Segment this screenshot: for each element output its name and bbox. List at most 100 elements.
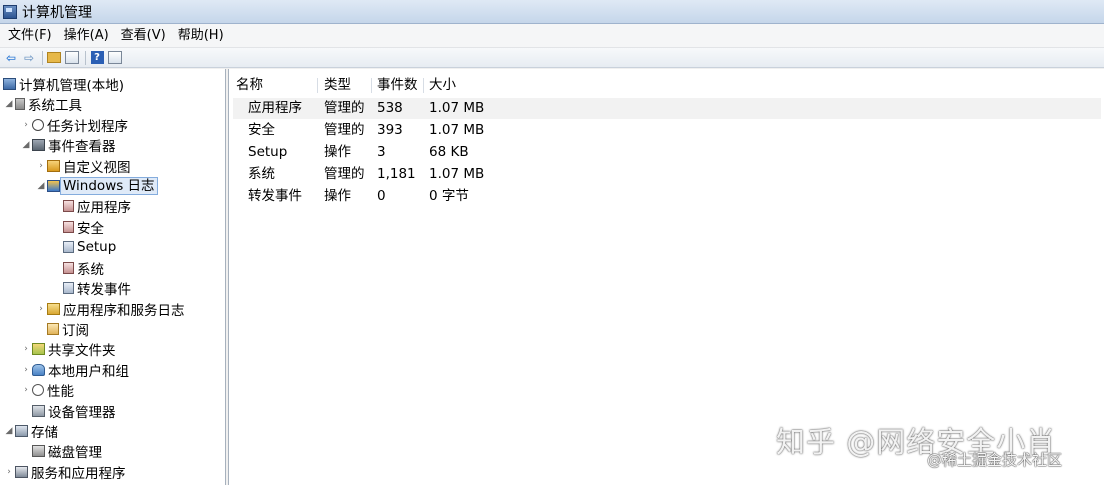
expanded-arrow-icon[interactable]: ◢ — [4, 426, 14, 436]
cell-name: 转发事件 — [248, 188, 302, 204]
tree-item-label: 计算机管理(本地) — [19, 77, 125, 94]
tree-item-app-service-logs[interactable]: › 应用程序和服务日志 — [36, 299, 185, 319]
tree-item-computer-management[interactable]: 计算机管理(本地) — [3, 74, 125, 94]
column-header-type[interactable]: 类型 — [324, 75, 351, 95]
tree-item-task-scheduler[interactable]: › 任务计划程序 — [21, 115, 128, 135]
juejin-watermark: @稀土掘金技术社区 — [927, 451, 1063, 469]
menu-view[interactable]: 查看(V) — [115, 24, 172, 48]
up-folder-icon — [47, 52, 61, 63]
column-divider[interactable] — [423, 78, 424, 93]
expanded-arrow-icon[interactable]: ◢ — [21, 140, 31, 150]
tree-item-label: 性能 — [47, 383, 74, 400]
tree-item-security[interactable]: 安全 — [63, 217, 104, 237]
cell-type: 操作 — [324, 188, 351, 204]
tree-item-services-applications[interactable]: › 服务和应用程序 — [4, 462, 126, 482]
cell-size: 1.07 MB — [429, 100, 485, 116]
toolbar: ⇦ ⇨ ? — [0, 48, 1104, 68]
collapsed-arrow-icon[interactable]: › — [4, 467, 14, 477]
tree-item-label: 设备管理器 — [48, 404, 116, 421]
tree-item-label: 转发事件 — [77, 281, 131, 298]
table-row[interactable]: 应用程序 管理的 538 1.07 MB — [233, 98, 1101, 119]
collapsed-arrow-icon[interactable]: › — [21, 365, 31, 375]
column-divider[interactable] — [317, 78, 318, 93]
tree-item-event-viewer[interactable]: ◢ 事件查看器 — [21, 135, 116, 155]
column-header-name[interactable]: 名称 — [236, 75, 263, 95]
column-divider[interactable] — [371, 78, 372, 93]
disk-icon — [32, 444, 45, 457]
help-icon: ? — [90, 51, 104, 64]
storage-icon — [15, 424, 28, 437]
console-tree[interactable]: 计算机管理(本地) ◢ 系统工具 › 任务计划程序 ◢ 事件查看器 › 自定义视… — [0, 69, 226, 485]
table-row[interactable]: 转发事件 操作 0 0 字节 — [233, 186, 1101, 207]
title-bar[interactable]: 计算机管理 — [0, 0, 1104, 24]
collapsed-arrow-icon[interactable]: › — [36, 161, 46, 171]
column-header-size[interactable]: 大小 — [429, 75, 456, 95]
table-row[interactable]: 系统 管理的 1,181 1.07 MB — [233, 164, 1101, 185]
help-button[interactable]: ? — [89, 50, 105, 66]
cell-type: 管理的 — [324, 122, 365, 138]
tree-item-custom-views[interactable]: › 自定义视图 — [36, 156, 131, 176]
tree-item-shared-folders[interactable]: › 共享文件夹 — [21, 339, 116, 359]
tree-item-label: 应用程序和服务日志 — [63, 302, 185, 319]
menu-action[interactable]: 操作(A) — [58, 24, 115, 48]
users-icon — [32, 363, 45, 376]
tree-item-forwarded-events[interactable]: 转发事件 — [63, 278, 131, 298]
tree-item-label: 系统工具 — [28, 97, 82, 114]
collapsed-arrow-icon[interactable]: › — [36, 304, 46, 314]
computer-icon — [3, 77, 16, 90]
tree-item-label: 共享文件夹 — [48, 342, 116, 359]
tree-item-disk-management[interactable]: 磁盘管理 — [32, 441, 102, 461]
menu-file[interactable]: 文件(F) — [0, 24, 58, 48]
cell-size: 1.07 MB — [429, 122, 485, 138]
cell-name: 应用程序 — [248, 100, 302, 116]
back-arrow-icon[interactable]: ⇦ — [3, 50, 19, 66]
table-row[interactable]: 安全 管理的 393 1.07 MB — [233, 120, 1101, 141]
expanded-arrow-icon[interactable]: ◢ — [36, 181, 46, 191]
tree-item-label: 订阅 — [62, 322, 89, 339]
menu-help[interactable]: 帮助(H) — [172, 24, 230, 48]
windows-log-icon — [47, 179, 60, 192]
up-folder-button[interactable] — [46, 50, 62, 66]
expanded-arrow-icon[interactable]: ◢ — [4, 99, 14, 109]
window-title: 计算机管理 — [22, 4, 92, 21]
tree-item-storage[interactable]: ◢ 存储 — [4, 421, 58, 441]
tree-item-label: 服务和应用程序 — [31, 465, 126, 482]
tree-item-system[interactable]: 系统 — [63, 258, 104, 278]
table-row[interactable]: Setup 操作 3 68 KB — [233, 142, 1101, 163]
tree-item-device-manager[interactable]: 设备管理器 — [32, 401, 116, 421]
tree-item-system-tools[interactable]: ◢ 系统工具 — [4, 94, 82, 114]
properties-icon — [108, 51, 122, 64]
tree-item-local-users-groups[interactable]: › 本地用户和组 — [21, 360, 129, 380]
cell-count: 1,181 — [377, 166, 416, 182]
clock-icon — [32, 118, 44, 131]
services-icon — [15, 465, 28, 478]
tree-item-windows-logs[interactable]: ◢ Windows 日志 — [36, 176, 158, 195]
performance-icon — [32, 383, 44, 396]
collapsed-arrow-icon[interactable]: › — [21, 344, 31, 354]
tree-item-performance[interactable]: › 性能 — [21, 380, 74, 400]
column-header-event-count[interactable]: 事件数 — [377, 75, 418, 95]
event-viewer-icon — [32, 138, 45, 151]
folder-icon — [47, 302, 60, 315]
tree-item-label: 本地用户和组 — [48, 363, 129, 380]
collapsed-arrow-icon[interactable]: › — [21, 120, 31, 130]
tree-item-label: 磁盘管理 — [48, 444, 102, 461]
cell-name: 安全 — [248, 122, 275, 138]
cell-type: 操作 — [324, 144, 351, 160]
tree-item-subscriptions[interactable]: 订阅 — [47, 319, 89, 339]
computer-management-icon — [3, 4, 17, 19]
forward-arrow-icon[interactable]: ⇨ — [21, 50, 37, 66]
show-hide-tree-icon — [65, 51, 79, 64]
log-icon — [63, 240, 74, 253]
collapsed-arrow-icon[interactable]: › — [21, 385, 31, 395]
show-hide-tree-button[interactable] — [64, 50, 80, 66]
log-icon — [63, 220, 74, 233]
tree-item-label: 任务计划程序 — [47, 118, 128, 135]
properties-button[interactable] — [107, 50, 123, 66]
tree-item-setup[interactable]: Setup — [63, 237, 116, 256]
tree-item-application[interactable]: 应用程序 — [63, 196, 131, 216]
toolbar-separator — [85, 50, 86, 65]
toolbar-separator — [42, 50, 43, 65]
cell-name: 系统 — [248, 166, 275, 182]
filter-icon — [47, 159, 60, 172]
